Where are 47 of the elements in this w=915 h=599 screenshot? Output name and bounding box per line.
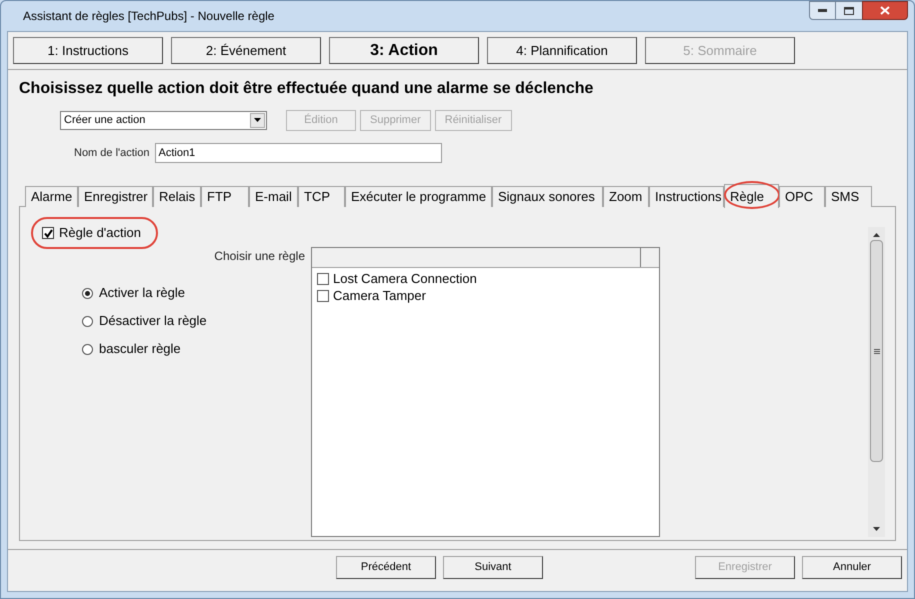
dropdown-arrow-icon xyxy=(254,118,261,122)
action-name-field[interactable]: Action1 xyxy=(155,143,442,163)
tab[interactable]: FTP xyxy=(201,186,249,207)
scroll-down-icon xyxy=(873,527,880,531)
scroll-up-icon xyxy=(873,233,880,237)
radio-option[interactable]: basculer règle xyxy=(82,340,311,358)
action-name-label: Nom de l'action xyxy=(74,146,150,161)
close-icon xyxy=(880,6,890,15)
tab[interactable]: Signaux sonores xyxy=(492,186,603,207)
tab[interactable]: Instructions xyxy=(649,186,724,207)
scrollbar-thumb[interactable] xyxy=(870,240,883,462)
next-button[interactable]: Suivant xyxy=(443,556,543,579)
rule-list[interactable]: Lost Camera Connection Camera Tamper xyxy=(311,247,660,537)
rule-action-checkbox[interactable]: Règle d'action xyxy=(38,224,151,242)
grip-icon xyxy=(874,348,880,354)
cancel-button[interactable]: Annuler xyxy=(802,556,902,579)
minimize-button[interactable] xyxy=(809,1,836,20)
step-button[interactable]: 4: Plannification xyxy=(487,37,637,64)
checkbox[interactable] xyxy=(42,227,54,239)
maximize-icon xyxy=(844,6,854,14)
action-dropdown[interactable]: Créer une action xyxy=(60,110,267,130)
tab[interactable]: Exécuter le programme xyxy=(345,186,492,207)
tab[interactable]: Zoom xyxy=(603,186,649,207)
tab[interactable]: Relais xyxy=(153,186,201,207)
maximize-button[interactable] xyxy=(836,1,862,20)
tab[interactable]: TCP xyxy=(298,186,345,207)
window-title: Assistant de règles [TechPubs] - Nouvelle règle xyxy=(23,8,274,25)
choose-rule-label: Choisir une règle xyxy=(214,248,306,265)
rule-list-item[interactable]: Camera Tamper xyxy=(317,287,659,304)
radio-option[interactable]: Activer la règle xyxy=(82,284,311,302)
step-button[interactable]: 3: Action xyxy=(329,37,479,64)
previous-button[interactable]: Précédent xyxy=(336,556,436,579)
tab[interactable]: Alarme xyxy=(25,186,78,207)
tab[interactable]: Enregistrer xyxy=(78,186,153,207)
rule-list-item[interactable]: Lost Camera Connection xyxy=(317,270,659,287)
page-heading: Choisissez quelle action doit être effectuée quand une alarme se déclenche xyxy=(19,79,594,99)
tab[interactable]: Règle xyxy=(724,184,779,208)
scrollbar[interactable] xyxy=(868,227,885,537)
tab[interactable]: OPC xyxy=(779,186,825,207)
step-button[interactable]: 1: Instructions xyxy=(13,37,163,64)
step-button[interactable]: 2: Événement xyxy=(171,37,321,64)
close-button[interactable] xyxy=(862,1,908,20)
dropdown-value: Créer une action xyxy=(63,112,146,128)
tab[interactable]: SMS xyxy=(825,186,872,207)
tab[interactable]: E-mail xyxy=(249,186,298,207)
minimize-icon xyxy=(818,9,827,12)
radio-option[interactable]: Désactiver la règle xyxy=(82,312,311,330)
